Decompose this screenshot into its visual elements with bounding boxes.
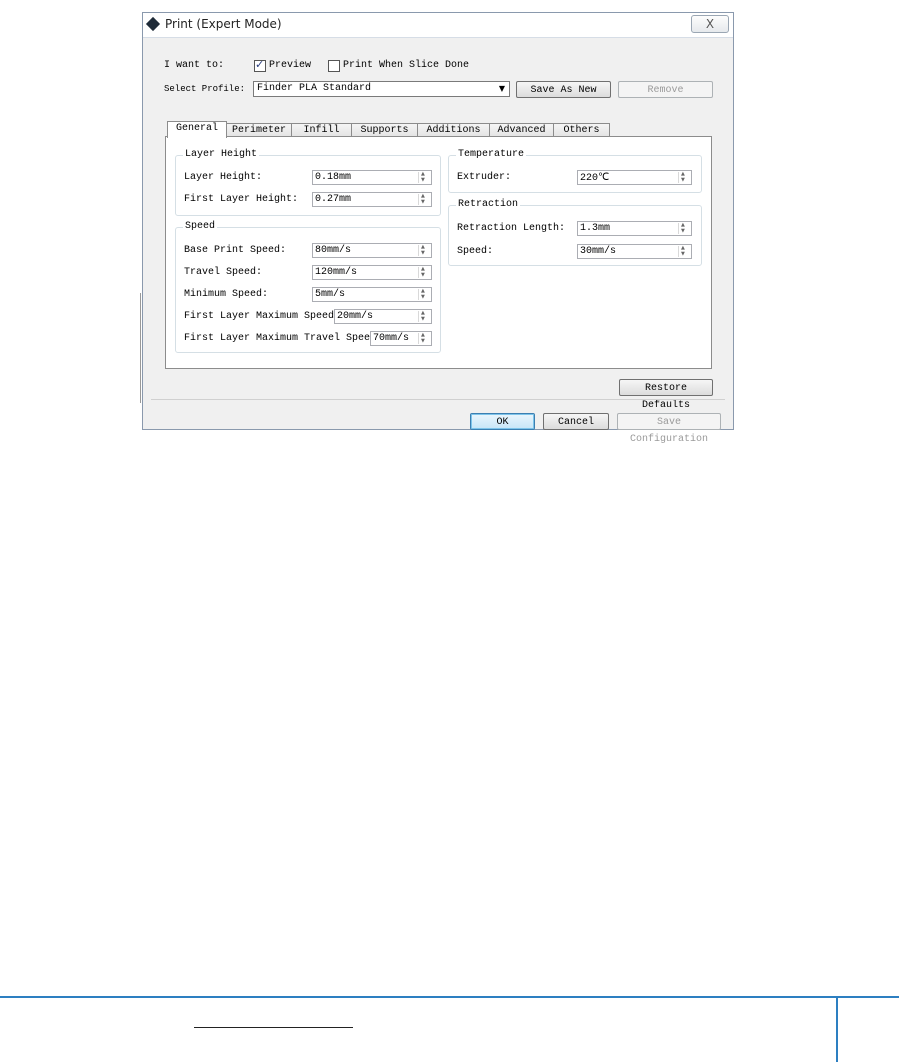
first-layer-max-travel-speed-spinbox[interactable]: 70mm/s ▲ ▼ [370,331,432,346]
first-layer-max-speed-label: First Layer Maximum Speed: [184,311,341,322]
spin-arrows-icon[interactable]: ▲ ▼ [418,171,430,183]
retraction-length-label: Retraction Length: [457,223,566,234]
tab-advanced[interactable]: Advanced [489,123,554,137]
first-layer-max-speed-value: 20mm/s [337,311,374,322]
travel-speed-spinbox[interactable]: 120mm/s ▲ ▼ [312,265,432,280]
travel-speed-label: Travel Speed: [184,267,263,278]
tab-additions[interactable]: Additions [417,123,490,137]
speed-group-title: Speed [183,221,218,232]
restore-defaults-button[interactable]: Restore Defaults [619,379,713,411]
spin-arrows-icon[interactable]: ▲ ▼ [678,245,690,257]
spin-arrows-icon[interactable]: ▲ ▼ [418,288,430,300]
preview-label: Preview [269,60,312,71]
chevron-down-icon: ▼ [498,84,505,93]
app-logo-icon [145,16,161,32]
travel-speed-value: 120mm/s [315,267,358,278]
ok-button[interactable]: OK [470,413,535,430]
preview-checkbox[interactable] [254,58,266,72]
print-expert-dialog: Print (Expert Mode) X I want to: Preview… [142,12,734,445]
tab-supports[interactable]: Supports [351,123,418,137]
divider [151,399,725,400]
close-button[interactable]: X [691,15,729,33]
retraction-length-value: 1.3mm [580,223,611,234]
retraction-speed-spinbox[interactable]: 30mm/s ▲ ▼ [577,244,692,259]
tab-others[interactable]: Others [553,123,610,137]
spin-arrows-icon[interactable]: ▲ ▼ [418,310,430,322]
spin-arrows-icon[interactable]: ▲ ▼ [418,266,430,278]
cancel-button[interactable]: Cancel [543,413,609,430]
layer-height-group-title: Layer Height [183,149,260,160]
profile-value: Finder PLA Standard [257,83,372,94]
general-tab-panel: Layer Height Layer Height: 0.18mm ▲ ▼ Fir… [165,136,712,369]
extruder-temperature-spinbox[interactable]: 220℃ ▲ ▼ [577,170,692,185]
tab-perimeter[interactable]: Perimeter [226,123,292,137]
retraction-speed-value: 30mm/s [580,246,617,257]
dialog-body: I want to: Preview Print When Slice Done… [143,38,733,445]
speed-group: Speed Base Print Speed: 80mm/s ▲ ▼ Travel… [175,221,441,353]
spin-arrows-icon[interactable]: ▲ ▼ [418,193,430,205]
footer-vertical-rule [836,997,838,1062]
select-profile-label: Select Profile: [164,84,246,94]
i-want-to-label: I want to: [164,60,225,71]
minimum-speed-spinbox[interactable]: 5mm/s ▲ ▼ [312,287,432,302]
tab-infill[interactable]: Infill [291,123,352,137]
retraction-group-title: Retraction [456,199,521,210]
first-layer-max-travel-speed-label: First Layer Maximum Travel Speed: [184,333,383,344]
footer-underline [194,1027,353,1028]
save-as-new-button[interactable]: Save As New [516,81,611,98]
spin-arrows-icon[interactable]: ▲ ▼ [678,222,690,234]
temperature-group-title: Temperature [456,149,527,160]
layer-height-label: Layer Height: [184,172,263,183]
base-print-speed-label: Base Print Speed: [184,245,287,256]
minimum-speed-value: 5mm/s [315,289,346,300]
profile-select[interactable]: Finder PLA Standard ▼ [253,81,510,97]
base-print-speed-spinbox[interactable]: 80mm/s ▲ ▼ [312,243,432,258]
layer-height-group: Layer Height Layer Height: 0.18mm ▲ ▼ Fir… [175,149,441,216]
print-when-slice-done-label: Print When Slice Done [343,60,470,71]
first-layer-height-value: 0.27mm [315,194,352,205]
extruder-label: Extruder: [457,172,512,183]
extruder-temperature-value: 220℃ [580,173,610,184]
spin-arrows-icon[interactable]: ▲ ▼ [678,171,690,183]
retraction-length-spinbox[interactable]: 1.3mm ▲ ▼ [577,221,692,236]
minimum-speed-label: Minimum Speed: [184,289,269,300]
temperature-group: Temperature Extruder: 220℃ ▲ ▼ [448,149,702,193]
page-edge-line [140,293,141,403]
tab-general[interactable]: General [167,121,227,138]
first-layer-max-travel-speed-value: 70mm/s [373,333,410,344]
remove-button[interactable]: Remove [618,81,713,98]
save-configuration-button[interactable]: Save Configuration [617,413,721,445]
footer-rule [0,996,899,998]
window-title: Print (Expert Mode) [165,17,282,31]
layer-height-value: 0.18mm [315,172,352,183]
spin-arrows-icon[interactable]: ▲ ▼ [418,244,430,256]
retraction-group: Retraction Retraction Length: 1.3mm ▲ ▼ S… [448,199,702,266]
spin-arrows-icon[interactable]: ▲ ▼ [418,332,430,344]
first-layer-max-speed-spinbox[interactable]: 20mm/s ▲ ▼ [334,309,432,324]
layer-height-spinbox[interactable]: 0.18mm ▲ ▼ [312,170,432,185]
first-layer-height-label: First Layer Height: [184,194,299,205]
title-bar: Print (Expert Mode) X [143,13,733,38]
print-when-slice-done-checkbox[interactable] [328,60,340,72]
retraction-speed-label: Speed: [457,246,494,257]
base-print-speed-value: 80mm/s [315,245,352,256]
first-layer-height-spinbox[interactable]: 0.27mm ▲ ▼ [312,192,432,207]
